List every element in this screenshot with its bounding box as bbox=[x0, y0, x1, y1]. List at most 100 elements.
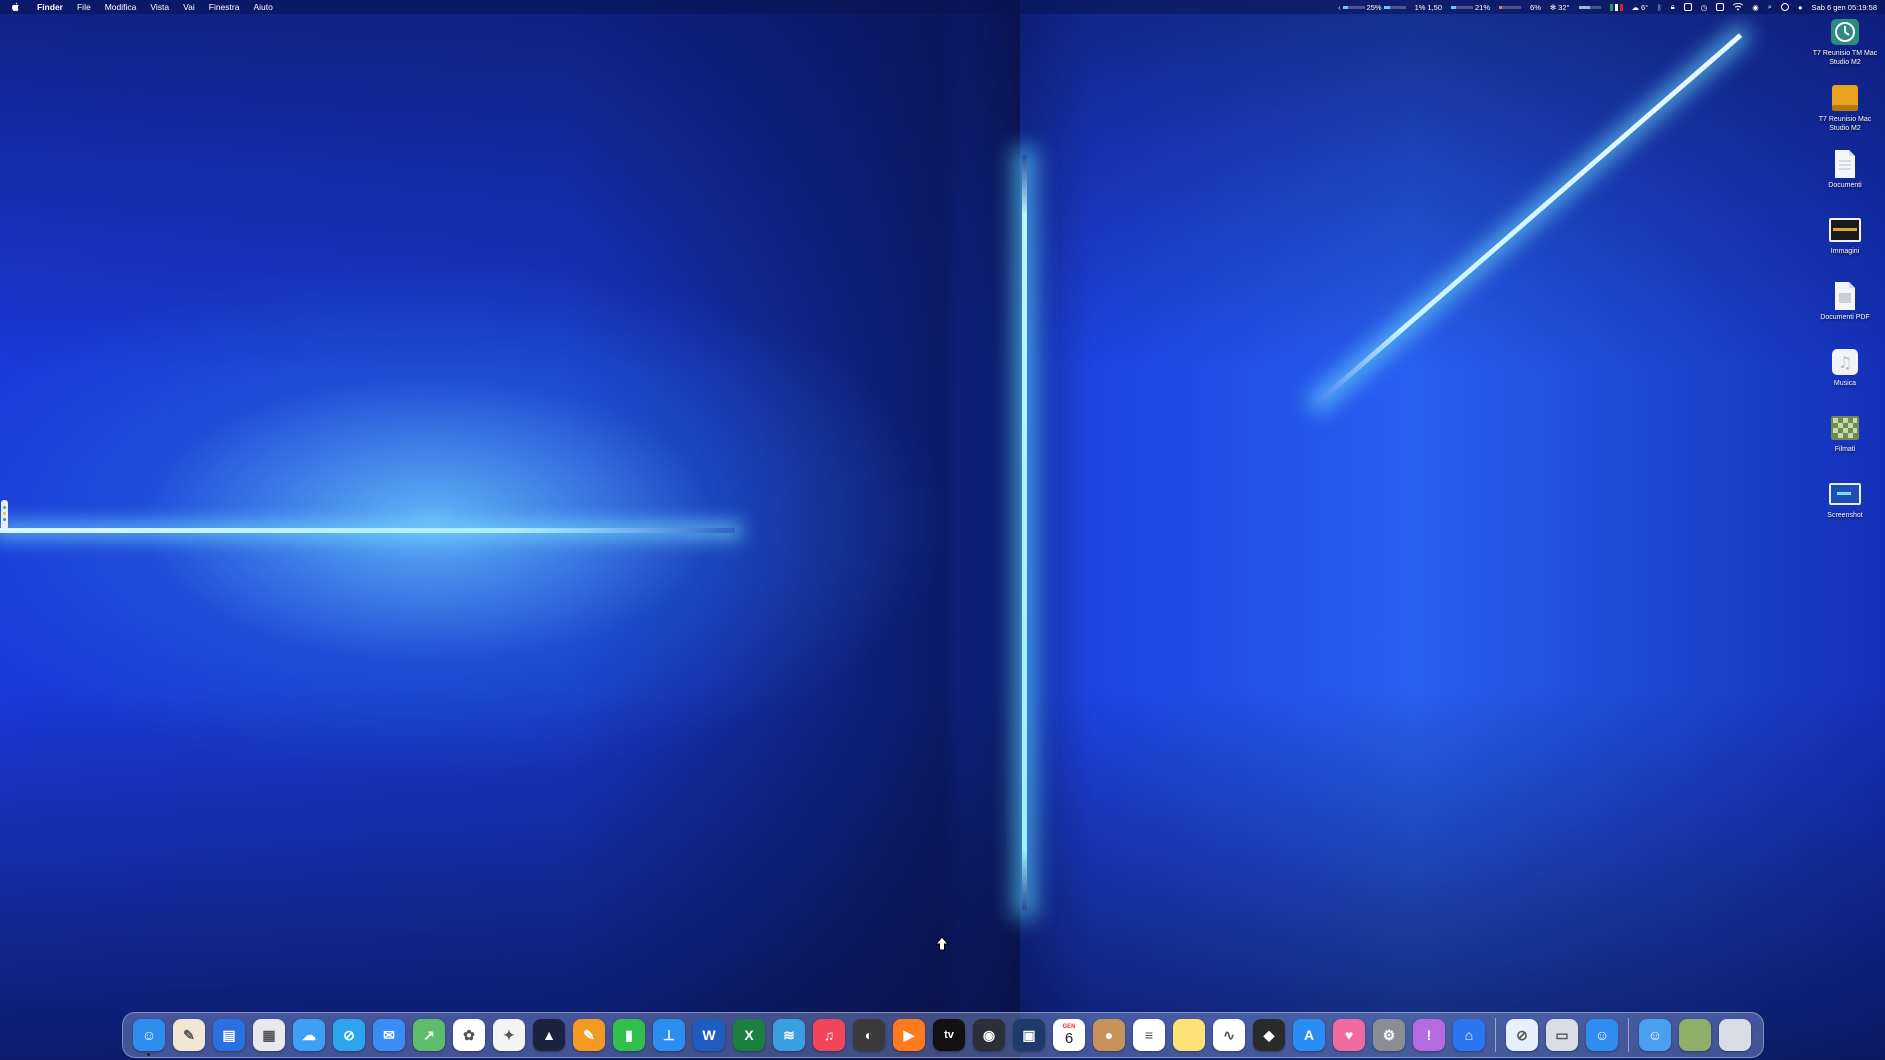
dock-app-app-store[interactable]: A bbox=[1293, 1019, 1325, 1051]
dock-app-camera[interactable]: ◉ bbox=[973, 1019, 1005, 1051]
weather-widget[interactable]: ☁ 6° bbox=[1632, 3, 1649, 12]
temperature-meter[interactable]: ✻ 32° bbox=[1550, 3, 1570, 12]
menu-vista[interactable]: Vista bbox=[143, 2, 176, 12]
dock-app-numbers[interactable]: ▮ bbox=[613, 1019, 645, 1051]
apple-logo-icon[interactable] bbox=[10, 2, 20, 12]
dock-app-contacts[interactable]: ● bbox=[1093, 1019, 1125, 1051]
desktop-wallpaper bbox=[0, 0, 1885, 1060]
desktop-icon-screenshot[interactable]: Screenshot bbox=[1805, 478, 1885, 544]
menu-app-name[interactable]: Finder bbox=[30, 2, 70, 12]
dock-app-darkroom[interactable]: ◐ bbox=[853, 1019, 885, 1051]
dock-app-freeform[interactable]: ∿ bbox=[1213, 1019, 1245, 1051]
user-icon[interactable]: ◉ bbox=[1752, 3, 1759, 12]
photos-icon: ✿ bbox=[463, 1026, 475, 1043]
dock-app-zoom-like[interactable]: ▣ bbox=[1013, 1019, 1045, 1051]
memory-percent: 21% bbox=[1475, 2, 1491, 12]
window-layout-icon[interactable] bbox=[1683, 3, 1692, 11]
siri-icon[interactable]: ● bbox=[1798, 3, 1803, 12]
dock-app-safari[interactable]: ⊘ bbox=[333, 1019, 365, 1051]
dock-app-speeko[interactable]: ! bbox=[1413, 1019, 1445, 1051]
dock-app-finder[interactable]: ☺ bbox=[133, 1019, 165, 1056]
load-a: 1% bbox=[1414, 2, 1426, 12]
desktop-icon-immagini[interactable]: Immagini bbox=[1805, 214, 1885, 280]
dock-app-trash[interactable] bbox=[1719, 1019, 1751, 1051]
network-meter[interactable] bbox=[1499, 5, 1522, 9]
movies-folder-icon bbox=[1828, 412, 1862, 444]
dock-app-photos[interactable]: ✿ bbox=[453, 1019, 485, 1051]
freeform-icon: ∿ bbox=[1223, 1026, 1235, 1043]
launchpad-icon: ▦ bbox=[262, 1026, 276, 1043]
dock-app-maps[interactable]: ↗ bbox=[413, 1019, 445, 1051]
dock-app-downloads-finder[interactable]: ☺ bbox=[1639, 1019, 1671, 1051]
dock: ☺ ✎ ▤ ▦ ☁ ⊘ ✉ ↗ ✿ ✦ ▲ ✎ ▮ ⊥ W X ≋ ♫ ◐ ▶ tv ◉ ▣ GEN 6 ● ≡ ∿ ◆ A ♥ ⚙! ⌂ ⊘ ▭ ☺… bbox=[122, 1012, 1764, 1058]
italian-flag-icon[interactable] bbox=[1609, 3, 1623, 11]
pixelmator-icon: ✦ bbox=[503, 1026, 515, 1043]
cpu-history-graph bbox=[1383, 5, 1406, 9]
desktop-icon-documenti[interactable]: Documenti bbox=[1805, 148, 1885, 214]
external-drive-icon bbox=[1828, 82, 1862, 114]
dock-app-safari-tech[interactable]: ⊘ bbox=[1506, 1019, 1538, 1051]
dock-app-pixelmator[interactable]: ✦ bbox=[493, 1019, 525, 1051]
darkroom-icon: ◐ bbox=[864, 1027, 874, 1043]
desktop-icon-musica[interactable]: ♫ Musica bbox=[1805, 346, 1885, 412]
desktop-icon-label: Screenshot bbox=[1827, 512, 1863, 519]
finder-folder-icon: ☺ bbox=[1594, 1027, 1610, 1043]
desktop-icon-filmati[interactable]: Filmati bbox=[1805, 412, 1885, 478]
temperature-value: 32° bbox=[1558, 2, 1570, 12]
menu-file[interactable]: File bbox=[70, 2, 98, 12]
spotlight-search-icon[interactable]: ⌕ bbox=[1768, 2, 1772, 12]
dock-app-music[interactable]: ♫ bbox=[813, 1019, 845, 1051]
dock-app-files[interactable]: ▤ bbox=[213, 1019, 245, 1051]
disk-meter[interactable]: 6% bbox=[1530, 3, 1541, 12]
dock-app-keynote[interactable]: ⊥ bbox=[653, 1019, 685, 1051]
dock-app-finder-folder[interactable]: ☺ bbox=[1586, 1019, 1618, 1051]
dock-app-clean-app[interactable]: ♥ bbox=[1333, 1019, 1365, 1051]
dock-app-infuse[interactable]: ▶ bbox=[893, 1019, 925, 1051]
dock-app-preview[interactable]: ▭ bbox=[1546, 1019, 1578, 1051]
dock-app-icloud[interactable]: ☁ bbox=[293, 1019, 325, 1051]
dock-app-altstore[interactable]: ◆ bbox=[1253, 1019, 1285, 1051]
document-icon bbox=[1828, 148, 1862, 180]
dock-app-layers[interactable]: ≋ bbox=[773, 1019, 805, 1051]
screenshot-icon bbox=[1828, 478, 1862, 510]
desktop-icon-t7-tm[interactable]: T7 Reunisio TM Mac Studio M2 bbox=[1805, 16, 1885, 82]
desktop-icon-t7-drive[interactable]: T7 Reunisio Mac Studio M2 bbox=[1805, 82, 1885, 148]
cpu-meter[interactable]: ‹ 25% bbox=[1338, 3, 1406, 12]
dock-app-mail[interactable]: ✉ bbox=[373, 1019, 405, 1051]
menu-modifica[interactable]: Modifica bbox=[98, 2, 144, 12]
menu-aiuto[interactable]: Aiuto bbox=[246, 2, 279, 12]
dock-app-system-settings[interactable]: ⚙ bbox=[1373, 1019, 1405, 1051]
control-center-icon[interactable] bbox=[1780, 3, 1789, 11]
dock-app-movie-thumb[interactable] bbox=[1679, 1019, 1711, 1051]
bluetooth-icon[interactable]: ᛒ bbox=[1657, 3, 1662, 12]
clock-icon[interactable]: ◷ bbox=[1701, 3, 1708, 12]
dock-app-word[interactable]: W bbox=[693, 1019, 725, 1051]
dock-app-artstudio[interactable]: ⌂ bbox=[1453, 1019, 1485, 1051]
menubar-clock[interactable]: Sab 6 gen 05:19:58 bbox=[1812, 3, 1877, 12]
dock-app-launchpad[interactable]: ▦ bbox=[253, 1019, 285, 1051]
wifi-icon[interactable] bbox=[1733, 3, 1744, 11]
sidebar-handle[interactable] bbox=[1, 500, 8, 530]
display-icon[interactable] bbox=[1716, 3, 1725, 11]
dock-app-affinity[interactable]: ▲ bbox=[533, 1019, 565, 1051]
cpu-graph bbox=[1342, 5, 1365, 9]
battery-sensors[interactable] bbox=[1578, 5, 1601, 9]
menu-finestra[interactable]: Finestra bbox=[202, 2, 247, 12]
dock-app-excel[interactable]: X bbox=[733, 1019, 765, 1051]
lock-icon[interactable]: 🔒︎ bbox=[1671, 2, 1675, 12]
dock-app-calendar[interactable]: GEN 6 bbox=[1053, 1019, 1085, 1051]
dock-app-pages-style[interactable]: ✎ bbox=[173, 1019, 205, 1051]
zoom-like-icon: ▣ bbox=[1022, 1026, 1036, 1043]
dock-app-reminders[interactable]: ≡ bbox=[1133, 1019, 1165, 1051]
numbers-icon: ▮ bbox=[625, 1026, 633, 1043]
svg-text:♫: ♫ bbox=[1838, 353, 1852, 372]
dock-app-pages[interactable]: ✎ bbox=[573, 1019, 605, 1051]
images-folder-icon bbox=[1828, 214, 1862, 246]
word-icon: W bbox=[702, 1027, 716, 1043]
desktop-icon-documenti-pdf[interactable]: Documenti PDF bbox=[1805, 280, 1885, 346]
menu-vai[interactable]: Vai bbox=[176, 2, 202, 12]
dock-app-apple-tv[interactable]: tv bbox=[933, 1019, 965, 1051]
load-meter[interactable]: 1% 1,50 bbox=[1415, 3, 1442, 12]
memory-meter[interactable]: 21% bbox=[1451, 3, 1490, 12]
dock-app-notes[interactable] bbox=[1173, 1019, 1205, 1051]
